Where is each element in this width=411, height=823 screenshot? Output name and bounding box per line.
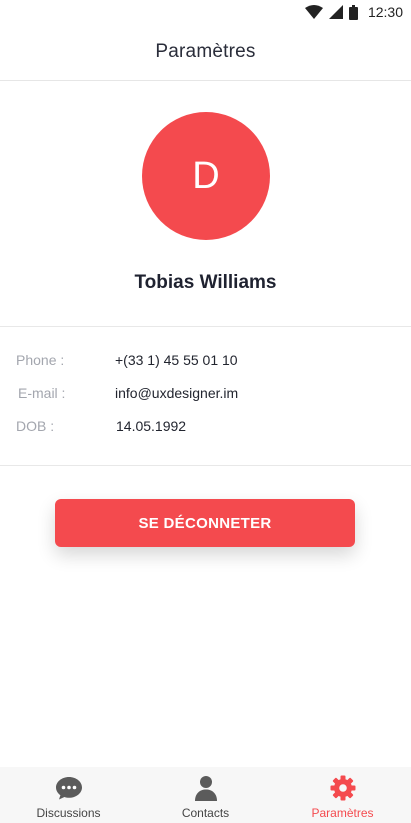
app-header: Paramètres — [0, 24, 411, 81]
chat-bubble-icon — [55, 775, 83, 801]
email-value: info@uxdesigner.im — [115, 385, 239, 401]
cellular-signal-icon — [328, 5, 343, 19]
avatar-initial: D — [192, 154, 220, 197]
info-row-email: E-mail : info@uxdesigner.im — [0, 385, 411, 407]
divider — [0, 465, 411, 466]
status-bar: 12:30 — [0, 0, 411, 24]
gear-icon — [330, 775, 356, 801]
phone-label: Phone : — [16, 352, 65, 368]
settings-screen: 12:30 Paramètres D Tobias Williams Phone… — [0, 0, 411, 823]
email-label: E-mail : — [18, 385, 66, 401]
nav-item-parametres[interactable]: Paramètres — [274, 767, 411, 823]
logout-button[interactable]: SE DÉCONNETER — [55, 499, 355, 547]
dob-label: DOB : — [16, 418, 55, 434]
nav-item-discussions[interactable]: Discussions — [0, 767, 137, 823]
nav-label-parametres: Paramètres — [311, 806, 374, 820]
nav-label-contacts: Contacts — [181, 806, 230, 820]
status-time: 12:30 — [367, 4, 403, 20]
info-row-phone: Phone : +(33 1) 45 55 01 10 — [0, 352, 411, 374]
nav-item-contacts[interactable]: Contacts — [137, 767, 274, 823]
dob-value: 14.05.1992 — [116, 418, 187, 434]
wifi-icon — [304, 5, 323, 19]
user-name: Tobias Williams — [134, 272, 277, 293]
nav-label-discussions: Discussions — [36, 806, 101, 820]
divider — [0, 326, 411, 327]
battery-icon — [348, 4, 358, 20]
bottom-nav: Discussions Contacts Paramètres — [0, 767, 411, 823]
phone-value: +(33 1) 45 55 01 10 — [115, 352, 238, 368]
avatar[interactable]: D — [142, 112, 270, 240]
person-icon — [194, 775, 218, 801]
page-title: Paramètres — [155, 41, 256, 62]
info-row-dob: DOB : 14.05.1992 — [0, 418, 411, 440]
